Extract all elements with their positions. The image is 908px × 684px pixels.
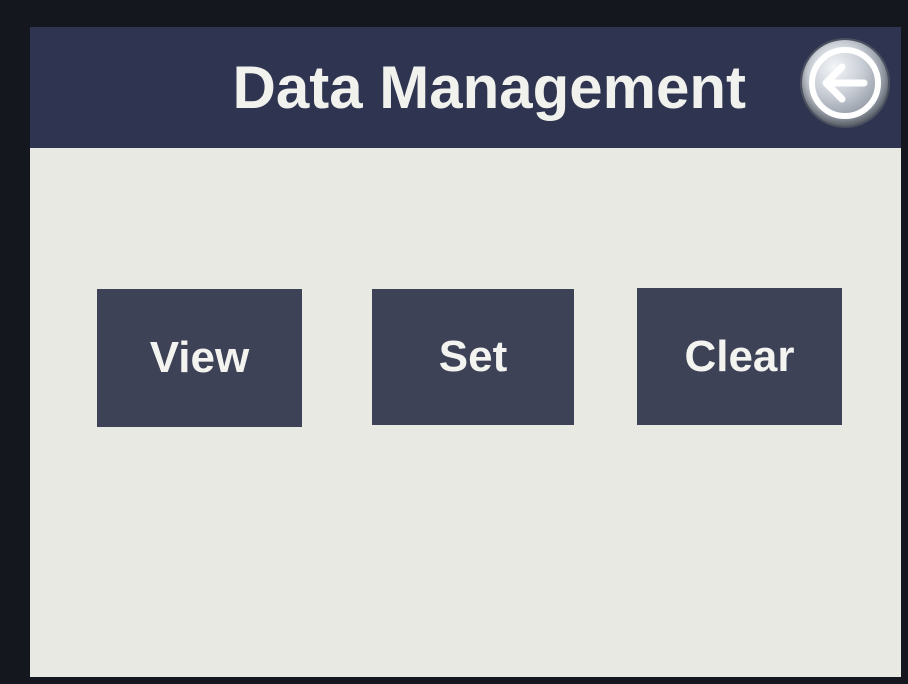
- device-bezel: Data Management View Set Clear: [0, 0, 908, 684]
- arrow-left-icon: [809, 47, 881, 119]
- page-title: Data Management: [232, 54, 746, 121]
- screen: Data Management View Set Clear: [30, 27, 901, 677]
- header-bar: Data Management: [30, 27, 901, 148]
- view-button[interactable]: View: [97, 289, 302, 427]
- back-button[interactable]: [802, 40, 888, 126]
- set-button[interactable]: Set: [372, 289, 574, 425]
- clear-button[interactable]: Clear: [637, 288, 842, 425]
